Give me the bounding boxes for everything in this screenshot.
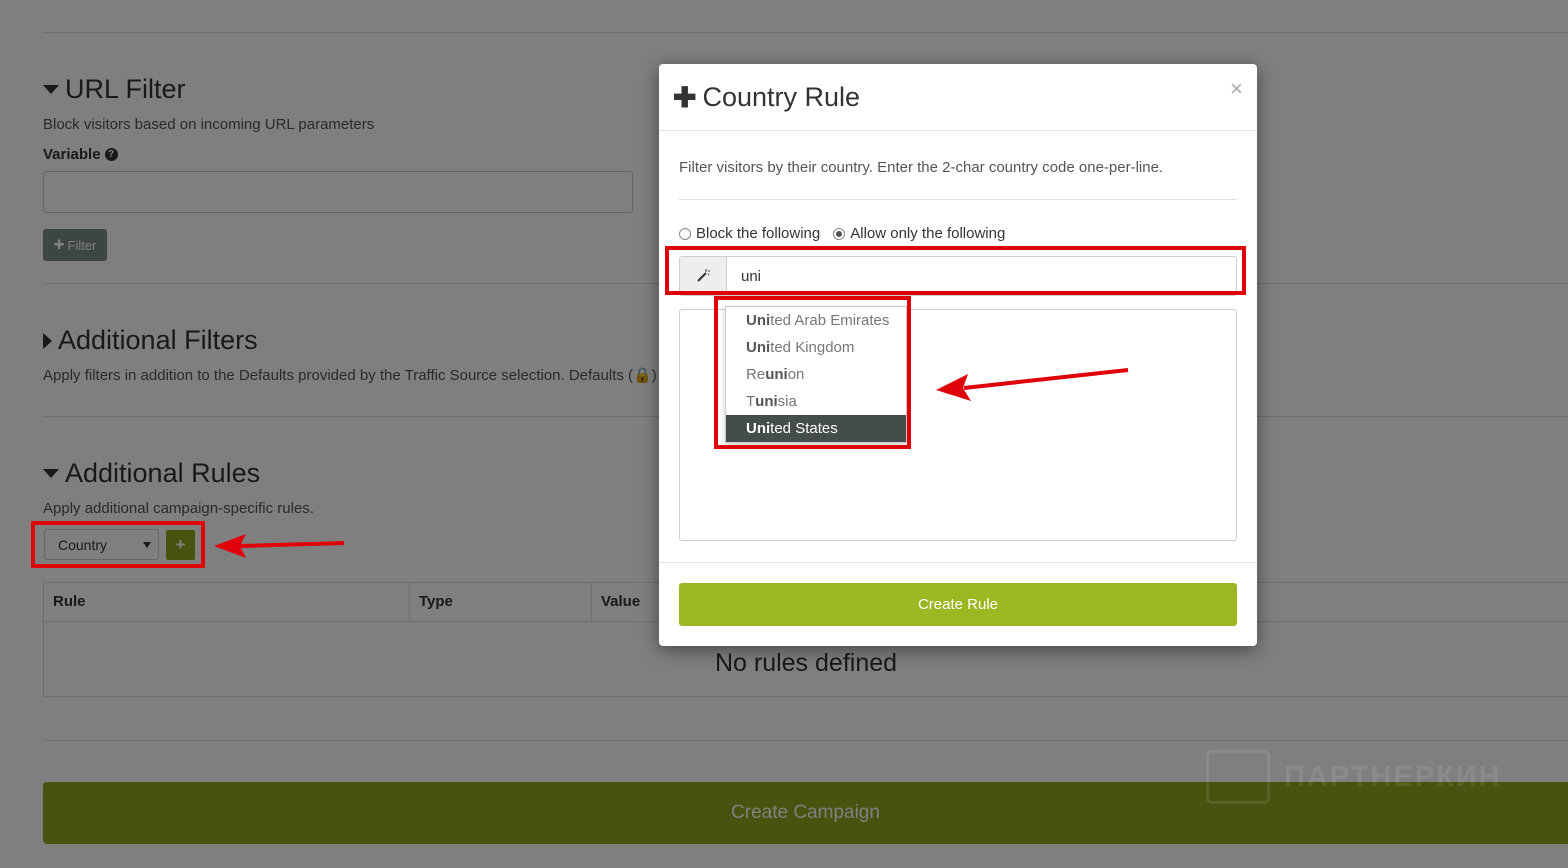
chat-logo-icon <box>1206 750 1270 804</box>
modal-header: ✚ Country Rule × <box>659 64 1257 131</box>
modal-title: ✚ Country Rule <box>673 82 860 113</box>
mode-radio-group: Block the following Allow only the follo… <box>679 225 1005 242</box>
annotation-arrow-left <box>214 534 345 558</box>
watermark: ПАРТНЕРКИН <box>1206 750 1502 804</box>
radio-allow-label[interactable]: Allow only the following <box>850 225 1005 242</box>
highlight-box-rule-select <box>31 521 205 568</box>
create-rule-button[interactable]: Create Rule <box>679 583 1237 626</box>
radio-block-label[interactable]: Block the following <box>696 225 820 242</box>
annotation-arrow-suggestions <box>936 368 1129 401</box>
arrow-shaft <box>239 541 345 548</box>
divider <box>679 199 1237 200</box>
watermark-text: ПАРТНЕРКИН <box>1284 760 1502 793</box>
modal-title-text: Country Rule <box>702 82 861 112</box>
modal-footer-divider <box>659 562 1257 563</box>
highlight-box-search <box>665 246 1246 295</box>
plus-icon: ✚ <box>673 81 697 113</box>
arrow-shaft <box>963 368 1129 390</box>
close-icon[interactable]: × <box>1230 76 1243 102</box>
radio-block[interactable] <box>679 227 691 240</box>
radio-allow[interactable] <box>833 227 846 240</box>
highlight-box-suggestions <box>714 296 911 449</box>
modal-description: Filter visitors by their country. Enter … <box>679 159 1164 176</box>
